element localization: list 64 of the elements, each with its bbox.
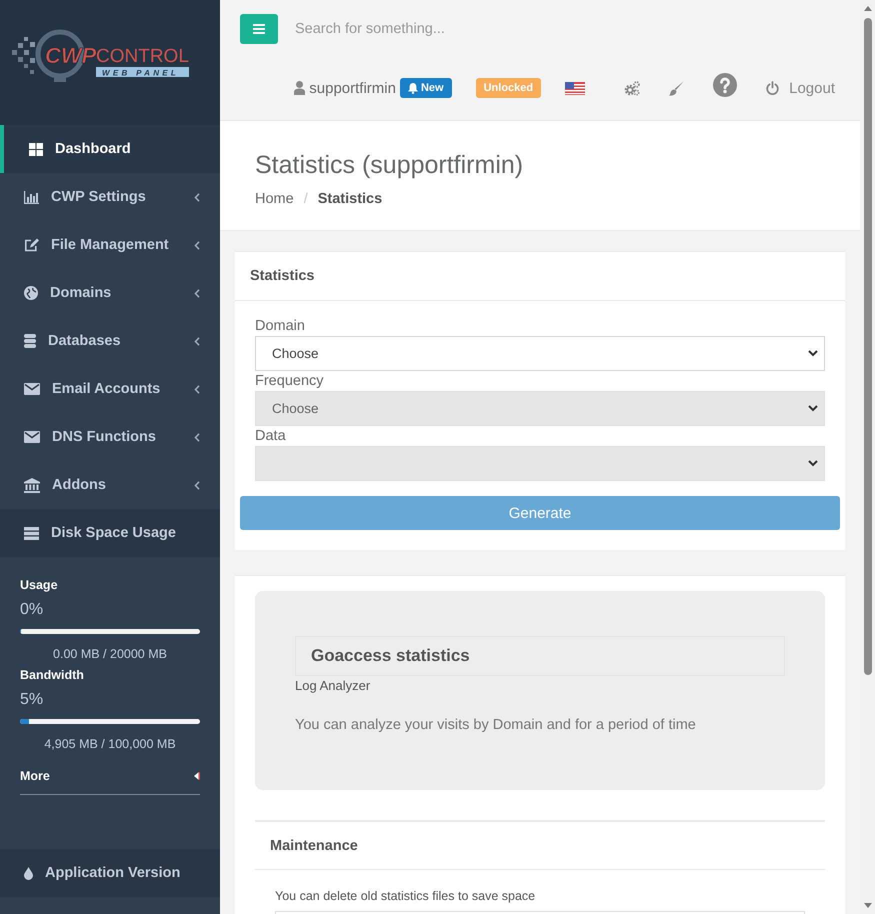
sidebar-item[interactable]: Domains xyxy=(0,269,220,317)
power-icon xyxy=(766,81,780,95)
meter-reading: 4,905 MB / 100,000 MB xyxy=(44,736,176,752)
meter-percent: 5% xyxy=(20,691,44,709)
field-label: Frequency xyxy=(255,372,324,391)
help-icon[interactable] xyxy=(713,73,738,97)
select-field[interactable]: Choose xyxy=(255,336,825,371)
sidebar-item[interactable]: DNS Functions xyxy=(0,413,220,461)
meter-label: Usage xyxy=(20,577,58,593)
sidebar-item[interactable]: Application Version xyxy=(0,849,220,897)
sidebar-item[interactable]: File Management xyxy=(0,221,220,269)
gears-icon[interactable] xyxy=(624,80,640,96)
meter-reading: 0.00 MB / 20000 MB xyxy=(53,646,167,662)
panel-title: Goaccess statistics xyxy=(295,636,785,676)
menu-button[interactable] xyxy=(240,14,278,44)
user-icon xyxy=(294,81,306,95)
user-name: supportfirmin xyxy=(309,80,396,96)
field-label: Data xyxy=(255,427,286,446)
caret-icon xyxy=(194,771,200,781)
sidebar-item[interactable]: Addons xyxy=(0,461,220,509)
sidebar-item[interactable]: Email Accounts xyxy=(0,365,220,413)
edit-icon xyxy=(24,238,39,252)
input-field[interactable] xyxy=(275,911,805,914)
sidebar-item[interactable]: CWP Settings xyxy=(0,173,220,221)
sidebar-item[interactable]: Databases xyxy=(0,317,220,365)
chevron-down-icon xyxy=(808,350,818,357)
flag-icon[interactable] xyxy=(565,82,586,94)
scrollbar-thumb[interactable] xyxy=(864,18,872,675)
card-title: Statistics xyxy=(250,268,314,284)
database-icon xyxy=(24,334,36,348)
envelope-icon xyxy=(24,383,40,395)
envelope-icon xyxy=(24,431,40,443)
menu-icon xyxy=(253,24,265,34)
brush-icon[interactable] xyxy=(669,80,684,96)
globe-icon xyxy=(24,286,38,300)
drop-icon xyxy=(24,866,33,880)
panel-description: You can analyze your visits by Domain and for a period of time xyxy=(295,716,696,735)
server-icon xyxy=(24,526,39,540)
scrollbar[interactable] xyxy=(860,0,875,914)
breadcrumb-item: Statistics xyxy=(318,190,382,208)
bank-icon xyxy=(24,478,40,492)
chevron-down-icon xyxy=(808,460,818,467)
bell-icon xyxy=(408,82,418,94)
logo-mark: CWP xyxy=(45,43,96,68)
meter-percent: 0% xyxy=(20,601,44,619)
logo-name: CONTROL xyxy=(96,46,189,67)
section-description: You can delete old statistics files to save space xyxy=(275,888,536,904)
field-label: Domain xyxy=(255,317,305,336)
panel-subtitle: Log Analyzer xyxy=(295,678,370,694)
meter-label: Bandwidth xyxy=(20,667,84,683)
up-arrow-icon[interactable] xyxy=(864,6,872,11)
logo-tagline: WEB PANEL xyxy=(96,67,189,78)
notification-badge[interactable]: New xyxy=(400,78,452,98)
section-title: Maintenance xyxy=(270,838,358,854)
sidebar-item[interactable]: Disk Space Usage xyxy=(0,509,220,557)
grid-icon xyxy=(29,142,43,156)
down-arrow-icon[interactable] xyxy=(864,903,872,908)
bar-chart-icon xyxy=(24,190,39,204)
more-link[interactable]: More xyxy=(20,768,200,795)
chevron-down-icon xyxy=(808,405,818,412)
breadcrumb-separator: / xyxy=(304,190,308,208)
page-title: Statistics (supportfirmin) xyxy=(255,150,524,180)
sidebar-item[interactable]: Dashboard xyxy=(0,125,220,173)
breadcrumb-item[interactable]: Home xyxy=(255,190,294,208)
